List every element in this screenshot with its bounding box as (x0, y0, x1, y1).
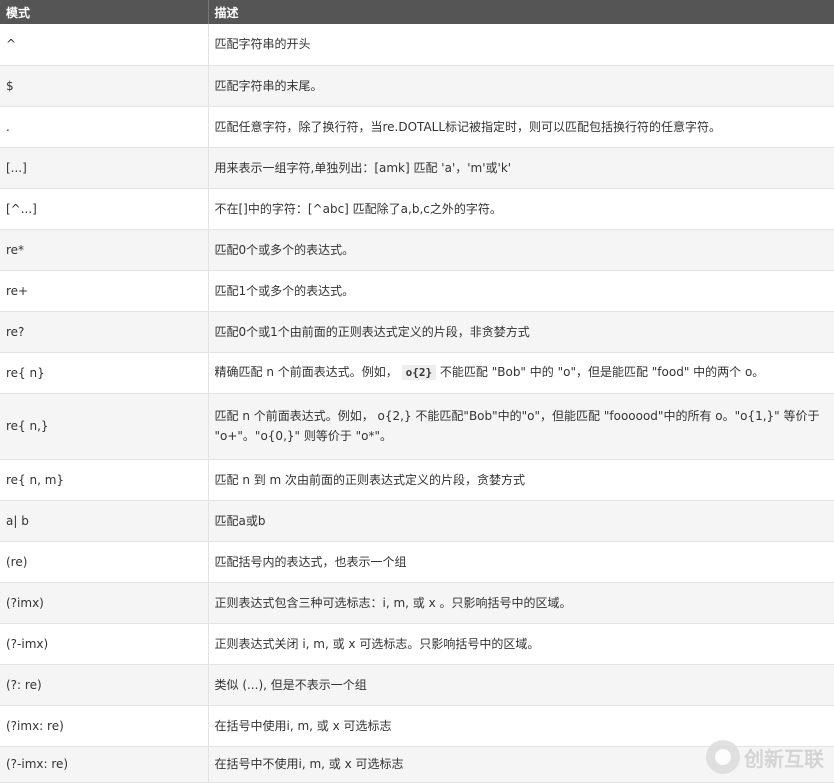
table-row: (?: re) 类似 (...), 但是不表示一个组 (0, 664, 834, 705)
description-text: 匹配字符串的开头 (215, 37, 311, 51)
description-cell: 匹配任意字符，除了换行符，当re.DOTALL标记被指定时，则可以匹配包括换行符… (208, 106, 834, 147)
table-row: [^...] 不在[]中的字符：[^abc] 匹配除了a,b,c之外的字符。 (0, 188, 834, 229)
table-row: re? 匹配0个或1个由前面的正则表达式定义的片段，非贪婪方式 (0, 311, 834, 352)
brand-logo-icon (706, 740, 740, 774)
pattern-cell: re? (0, 311, 208, 352)
header-description: 描述 (208, 0, 834, 24)
table-row: (re) 匹配括号内的表达式，也表示一个组 (0, 541, 834, 582)
table-body: ^ 匹配字符串的开头 $ 匹配字符串的末尾。. 匹配任意字符，除了换行符，当re.DOT… (0, 24, 834, 782)
pattern-cell: (?-imx: re) (0, 746, 208, 782)
description-text: 匹配1个或多个的表达式。 (215, 284, 355, 298)
regex-table: 模式 描述 ^ 匹配字符串的开头 $ 匹配字符串的末尾。. 匹配任意字符，除了换行符，当… (0, 0, 834, 783)
description-cell: 匹配a或b (208, 500, 834, 541)
description-cell: 类似 (...), 但是不表示一个组 (208, 664, 834, 705)
header-pattern: 模式 (0, 0, 208, 24)
description-text: 正则表达式关闭 i, m, 或 x 可选标志。只影响括号中的区域。 (215, 637, 540, 651)
watermark-text: 创新互联 (744, 743, 824, 772)
table-row: a| b 匹配a或b (0, 500, 834, 541)
description-text: 匹配0个或多个的表达式。 (215, 243, 355, 257)
description-cell: 匹配括号内的表达式，也表示一个组 (208, 541, 834, 582)
description-cell: 匹配0个或1个由前面的正则表达式定义的片段，非贪婪方式 (208, 311, 834, 352)
description-text: 在括号中不使用i, m, 或 x 可选标志 (215, 757, 404, 771)
description-text: 正则表达式包含三种可选标志：i, m, 或 x 。只影响括号中的区域。 (215, 596, 572, 610)
description-cell: 匹配 n 到 m 次由前面的正则表达式定义的片段，贪婪方式 (208, 459, 834, 500)
table-row: (?-imx) 正则表达式关闭 i, m, 或 x 可选标志。只影响括号中的区域。 (0, 623, 834, 664)
description-text: 匹配字符串的末尾。 (215, 79, 323, 93)
description-cell: 匹配1个或多个的表达式。 (208, 270, 834, 311)
table-row: re{ n,}匹配 n 个前面表达式。例如， o{2,} 不能匹配"Bob"中的… (0, 393, 834, 459)
description-cell: 匹配字符串的开头 (208, 24, 834, 65)
table-row: re{ n, m} 匹配 n 到 m 次由前面的正则表达式定义的片段，贪婪方式 (0, 459, 834, 500)
description-text: 匹配0个或1个由前面的正则表达式定义的片段，非贪婪方式 (215, 325, 530, 339)
pattern-cell: $ (0, 65, 208, 106)
description-cell: 用来表示一组字符,单独列出：[amk] 匹配 'a'，'m'或'k' (208, 147, 834, 188)
pattern-cell: (?imx) (0, 582, 208, 623)
description-text: 类似 (...), 但是不表示一个组 (215, 678, 367, 692)
table-row: re* 匹配0个或多个的表达式。 (0, 229, 834, 270)
pattern-cell: re* (0, 229, 208, 270)
table-header-row: 模式 描述 (0, 0, 834, 24)
watermark: 创新互联 (706, 740, 824, 774)
pattern-cell: ^ (0, 24, 208, 65)
description-text: 不能匹配 "Bob" 中的 "o"，但是能匹配 "food" 中的两个 o。 (440, 365, 764, 379)
description-cell: 精确匹配 n 个前面表达式。例如， o{2} 不能匹配 "Bob" 中的 "o"… (208, 352, 834, 393)
table-row: (?imx) 正则表达式包含三种可选标志：i, m, 或 x 。只影响括号中的区域… (0, 582, 834, 623)
table-row: [...] 用来表示一组字符,单独列出：[amk] 匹配 'a'，'m'或'k' (0, 147, 834, 188)
pattern-cell: . (0, 106, 208, 147)
table-row: . 匹配任意字符，除了换行符，当re.DOTALL标记被指定时，则可以匹配包括换行… (0, 106, 834, 147)
description-text: 匹配 n 个前面表达式。例如， o{2,} 不能匹配"Bob"中的"o"，但能匹… (215, 409, 820, 443)
inline-code: o{2} (402, 365, 437, 380)
description-text: 匹配a或b (215, 514, 266, 528)
description-cell: 匹配0个或多个的表达式。 (208, 229, 834, 270)
description-text: 在括号中使用i, m, 或 x 可选标志 (215, 719, 392, 733)
pattern-cell: re{ n} (0, 352, 208, 393)
pattern-cell: re{ n,} (0, 393, 208, 459)
description-text: 用来表示一组字符,单独列出：[amk] 匹配 'a'，'m'或'k' (215, 161, 512, 175)
pattern-cell: [^...] (0, 188, 208, 229)
description-text: 匹配 n 到 m 次由前面的正则表达式定义的片段，贪婪方式 (215, 473, 526, 487)
pattern-cell: (?-imx) (0, 623, 208, 664)
table-row: re{ n}精确匹配 n 个前面表达式。例如， o{2} 不能匹配 "Bob" … (0, 352, 834, 393)
description-text: 不在[]中的字符：[^abc] 匹配除了a,b,c之外的字符。 (215, 202, 502, 216)
table-row: ^ 匹配字符串的开头 (0, 24, 834, 65)
description-cell: 匹配字符串的末尾。 (208, 65, 834, 106)
description-cell: 不在[]中的字符：[^abc] 匹配除了a,b,c之外的字符。 (208, 188, 834, 229)
description-text: 精确匹配 n 个前面表达式。例如， (215, 365, 398, 379)
pattern-cell: [...] (0, 147, 208, 188)
table-row: $ 匹配字符串的末尾。 (0, 65, 834, 106)
pattern-cell: (?imx: re) (0, 705, 208, 746)
pattern-cell: re{ n, m} (0, 459, 208, 500)
pattern-cell: (?: re) (0, 664, 208, 705)
description-cell: 匹配 n 个前面表达式。例如， o{2,} 不能匹配"Bob"中的"o"，但能匹… (208, 393, 834, 459)
description-cell: 正则表达式关闭 i, m, 或 x 可选标志。只影响括号中的区域。 (208, 623, 834, 664)
pattern-cell: re+ (0, 270, 208, 311)
table-row: re+ 匹配1个或多个的表达式。 (0, 270, 834, 311)
description-text: 匹配任意字符，除了换行符，当re.DOTALL标记被指定时，则可以匹配包括换行符… (215, 120, 722, 134)
pattern-cell: a| b (0, 500, 208, 541)
description-cell: 正则表达式包含三种可选标志：i, m, 或 x 。只影响括号中的区域。 (208, 582, 834, 623)
pattern-cell: (re) (0, 541, 208, 582)
description-text: 匹配括号内的表达式，也表示一个组 (215, 555, 407, 569)
